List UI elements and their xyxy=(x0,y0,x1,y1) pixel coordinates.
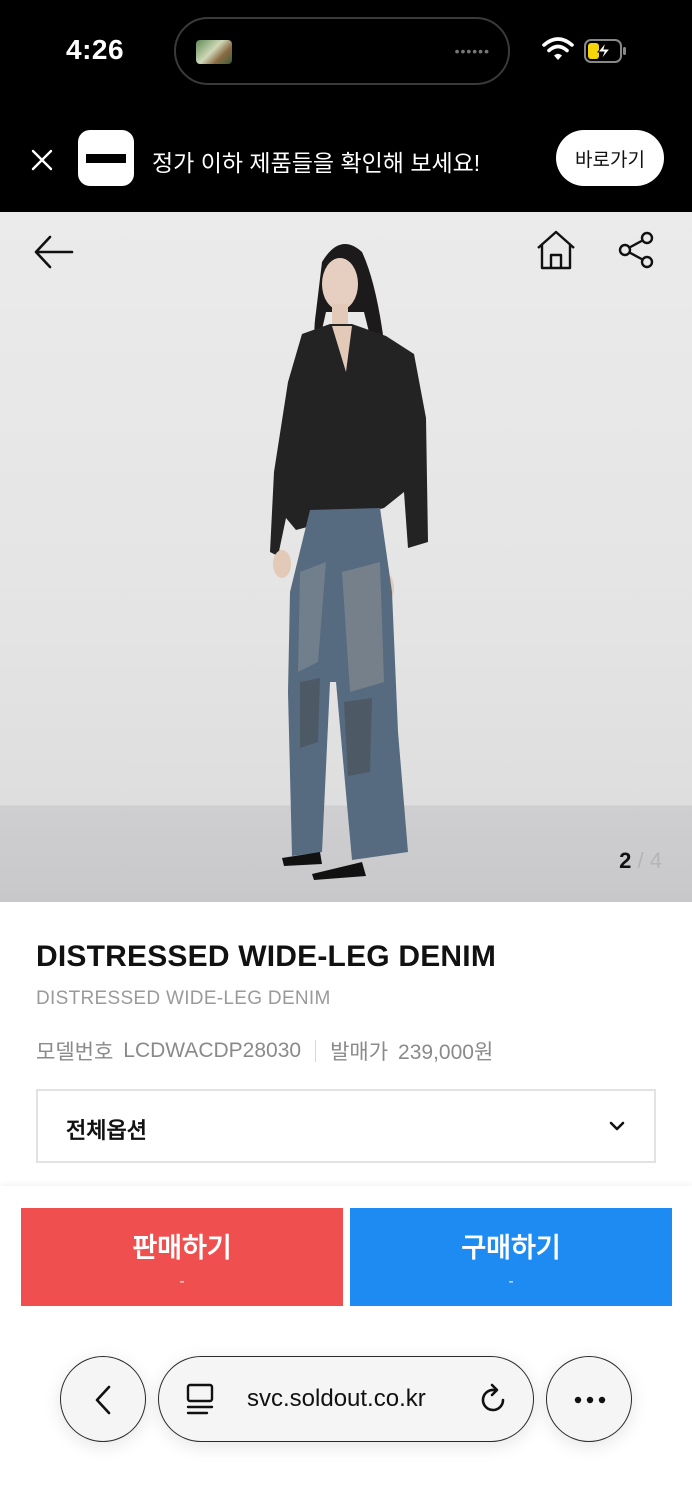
sell-button-label: 판매하기 xyxy=(132,1233,232,1263)
ellipsis-icon xyxy=(574,1396,606,1404)
page-separator: / xyxy=(637,848,644,873)
dynamic-island: •••••• xyxy=(174,17,510,85)
buy-button[interactable]: 구매하기 - xyxy=(350,1208,672,1306)
bottom-action-bar: 판매하기 - 구매하기 - xyxy=(0,1186,692,1500)
status-bar: 4:26 •••••• xyxy=(0,0,692,108)
chevron-left-icon xyxy=(95,1385,111,1415)
chevron-down-icon xyxy=(609,1121,625,1131)
sell-price: - xyxy=(179,1273,185,1290)
buy-price: - xyxy=(508,1273,514,1290)
status-time: 4:26 xyxy=(66,34,125,65)
model-number-label: 모델번호 xyxy=(36,1041,114,1064)
product-meta: 모델번호 LCDWACDP28030 발매가 239,000원 xyxy=(36,1036,493,1066)
product-photo xyxy=(270,244,428,880)
current-page: 2 xyxy=(619,848,632,873)
url-text: svc.soldout.co.kr xyxy=(247,1385,426,1412)
product-image-carousel[interactable]: 2 / 4 xyxy=(0,212,692,902)
open-app-button[interactable]: 바로가기 xyxy=(556,130,664,186)
now-playing-thumbnail xyxy=(196,40,232,64)
more-options-button[interactable] xyxy=(546,1356,632,1442)
buy-button-label: 구매하기 xyxy=(461,1233,561,1263)
meta-divider xyxy=(315,1040,317,1062)
app-promo-banner: 정가 이하 제품들을 확인해 보세요! 바로가기 xyxy=(0,108,692,212)
banner-message: 정가 이하 제품들을 확인해 보세요! xyxy=(152,150,481,176)
battery-charging-icon xyxy=(584,39,626,63)
total-pages: 4 xyxy=(649,848,662,873)
model-number: LCDWACDP28030 xyxy=(123,1039,302,1062)
address-bar[interactable]: svc.soldout.co.kr xyxy=(158,1356,534,1442)
product-title: DISTRESSED WIDE-LEG DENIM xyxy=(36,940,497,973)
share-icon[interactable] xyxy=(616,230,656,270)
option-dropdown[interactable]: 전체옵션 xyxy=(36,1089,656,1163)
close-icon[interactable] xyxy=(28,146,56,174)
release-price-label: 발매가 xyxy=(330,1041,389,1064)
product-subtitle: DISTRESSED WIDE-LEG DENIM xyxy=(36,988,331,1009)
reload-icon[interactable] xyxy=(477,1382,509,1416)
browser-back-button[interactable] xyxy=(60,1356,146,1442)
release-price: 239,000원 xyxy=(398,1041,494,1064)
option-dropdown-label: 전체옵션 xyxy=(66,1118,147,1143)
app-logo xyxy=(78,130,134,186)
wifi-icon xyxy=(542,37,574,60)
image-page-indicator: 2 / 4 xyxy=(619,848,662,874)
sell-button[interactable]: 판매하기 - xyxy=(21,1208,343,1306)
page-menu-icon xyxy=(186,1383,214,1415)
home-icon[interactable] xyxy=(534,228,578,272)
waveform-icon: •••••• xyxy=(454,43,490,59)
back-arrow-icon[interactable] xyxy=(32,232,76,272)
